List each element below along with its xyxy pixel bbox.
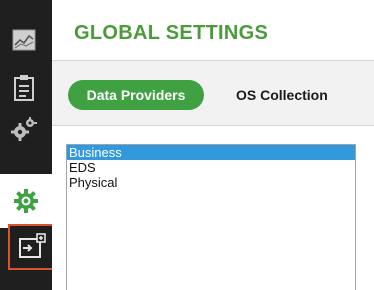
sidebar-item-chart[interactable] [6,22,42,58]
sidebar-item-gears[interactable] [6,112,42,148]
page-title: GLOBAL SETTINGS [74,22,269,44]
sidebar [0,0,56,290]
list-item[interactable]: Business [67,145,355,160]
clipboard-icon [11,74,37,102]
list-item[interactable]: EDS [67,160,355,175]
list-item[interactable]: Physical [67,175,355,190]
gears-icon [9,115,39,145]
tab-os-collection[interactable]: OS Collection [236,80,328,110]
tab-data-providers[interactable]: Data Providers [68,80,204,110]
sidebar-item-clipboard[interactable] [6,70,42,106]
chart-icon [11,27,37,53]
sidebar-item-settings[interactable] [0,174,52,228]
export-window-icon [17,233,47,261]
settings-panel: GLOBAL SETTINGS Data Providers OS Collec… [52,0,374,290]
settings-gear-icon [13,188,39,214]
provider-list[interactable]: Business EDS Physical [66,144,356,290]
tab-bar: Data Providers OS Collection [52,60,374,126]
sidebar-item-export[interactable] [8,224,56,270]
